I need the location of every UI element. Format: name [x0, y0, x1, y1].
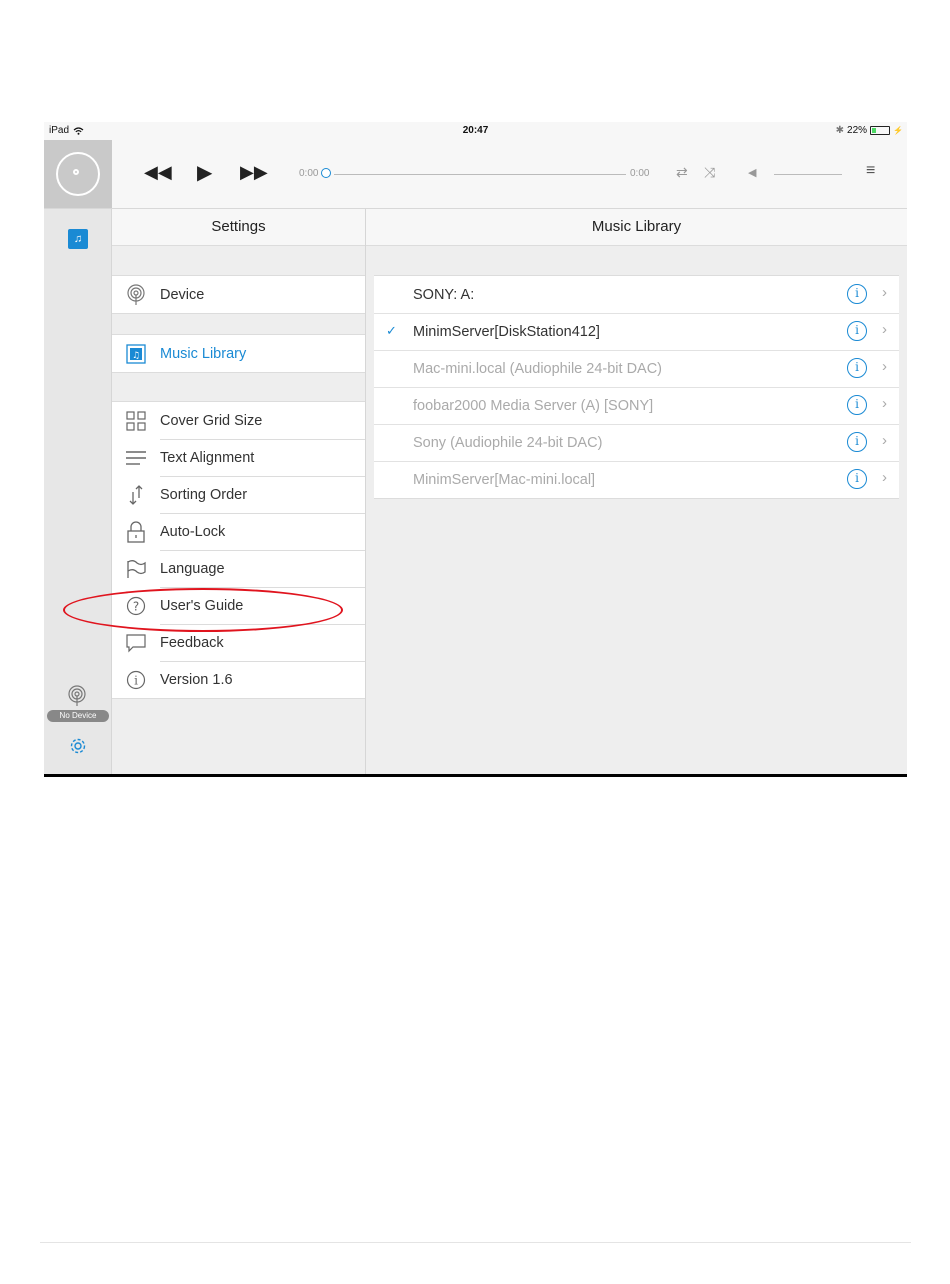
settings-item-music-library[interactable]: ♫ Music Library	[112, 335, 365, 372]
highlight-ellipse	[63, 588, 343, 632]
seek-track[interactable]	[334, 174, 626, 175]
settings-item-label: Cover Grid Size	[160, 412, 263, 429]
server-name: Mac-mini.local (Audiophile 24-bit DAC)	[413, 360, 663, 377]
server-row[interactable]: ✓ MinimServer[DiskStation412] i ›	[374, 313, 899, 350]
shuffle-icon[interactable]: ⤨	[704, 164, 715, 181]
settings-item-label: Sorting Order	[160, 486, 248, 503]
play-icon[interactable]: ▶	[197, 160, 212, 185]
server-row[interactable]: SONY: A: i ›	[374, 276, 899, 313]
grid-icon	[126, 410, 146, 431]
album-art[interactable]	[44, 140, 112, 208]
screenshot-border	[44, 774, 907, 777]
music-library-icon: ♫	[126, 343, 146, 364]
page-divider	[40, 1242, 911, 1243]
status-time: 20:47	[462, 125, 489, 136]
server-name: SONY: A:	[413, 286, 475, 303]
settings-item-label: Text Alignment	[160, 449, 255, 466]
disc-icon	[56, 152, 100, 196]
menu-icon[interactable]: ≡	[866, 162, 875, 180]
fast-forward-icon[interactable]: ▶▶	[240, 162, 268, 183]
info-icon[interactable]: i	[847, 321, 867, 341]
lock-icon	[127, 520, 145, 543]
no-device-badge: No Device	[47, 710, 109, 722]
left-rail: ♫ No Device	[44, 209, 112, 774]
status-bar: iPad 20:47 ✱ 22% ⚡	[44, 122, 907, 140]
sort-icon	[129, 484, 143, 505]
info-icon[interactable]: i	[847, 358, 867, 378]
music-library-column: Music Library SONY: A: i › ✓ MinimServer…	[366, 209, 907, 774]
info-icon[interactable]: i	[847, 432, 867, 452]
charging-icon: ⚡	[893, 126, 903, 135]
server-name: MinimServer[DiskStation412]	[413, 323, 600, 340]
chevron-right-icon: ›	[882, 469, 887, 486]
settings-item-label: Device	[160, 286, 205, 303]
chevron-right-icon: ›	[882, 358, 887, 375]
info-icon[interactable]: i	[847, 284, 867, 304]
checkmark-icon: ✓	[386, 323, 397, 338]
seek-knob[interactable]	[321, 168, 331, 178]
server-name: Sony (Audiophile 24-bit DAC)	[413, 434, 603, 451]
music-library-tab-icon[interactable]: ♫	[68, 229, 88, 249]
settings-item-label: Version 1.6	[160, 671, 233, 688]
settings-item-cover-grid-size[interactable]: Cover Grid Size	[112, 402, 365, 439]
device-group: Device	[112, 275, 365, 314]
server-name: foobar2000 Media Server (A) [SONY]	[413, 397, 654, 414]
library-title: Music Library	[366, 209, 907, 246]
settings-item-label: Auto-Lock	[160, 523, 226, 540]
info-icon: i	[126, 670, 146, 689]
settings-item-sorting-order[interactable]: Sorting Order	[112, 476, 365, 513]
align-icon	[126, 450, 146, 465]
svg-text:♫: ♫	[132, 351, 140, 361]
remaining-time: 0:00	[630, 168, 650, 179]
info-icon[interactable]: i	[847, 469, 867, 489]
server-row[interactable]: MinimServer[Mac-mini.local] i ›	[374, 461, 899, 498]
volume-icon: ◀	[748, 167, 757, 179]
elapsed-time: 0:00	[299, 168, 319, 179]
chevron-right-icon: ›	[882, 321, 887, 338]
chat-icon	[126, 633, 146, 652]
broadcast-icon	[127, 283, 145, 305]
library-group: ♫ Music Library	[112, 334, 365, 373]
settings-item-label: Feedback	[160, 634, 224, 651]
battery-percent: 22%	[847, 125, 868, 136]
server-name: MinimServer[Mac-mini.local]	[413, 471, 596, 488]
settings-column: Settings Device ♫ Music Library Cover Gr…	[112, 209, 366, 774]
settings-item-device[interactable]: Device	[112, 276, 365, 313]
settings-item-version: i Version 1.6	[112, 661, 365, 698]
gear-icon[interactable]	[67, 735, 89, 757]
battery-icon	[870, 126, 891, 135]
settings-item-language[interactable]: Language	[112, 550, 365, 587]
repeat-icon[interactable]: ⇄	[676, 164, 688, 181]
player-bar: ◀◀ ▶ ▶▶ 0:00 0:00 ⇄ ⤨ ◀ ≡	[44, 140, 907, 209]
flag-icon	[127, 559, 146, 578]
settings-item-auto-lock[interactable]: Auto-Lock	[112, 513, 365, 550]
server-row[interactable]: foobar2000 Media Server (A) [SONY] i ›	[374, 387, 899, 424]
bluetooth-icon: ✱	[835, 125, 845, 136]
preferences-group: Cover Grid Size Text Alignment Sorting O…	[112, 401, 365, 699]
rewind-icon[interactable]: ◀◀	[144, 162, 172, 183]
server-list: SONY: A: i › ✓ MinimServer[DiskStation41…	[374, 275, 899, 499]
volume-slider[interactable]	[774, 174, 842, 175]
server-row[interactable]: Sony (Audiophile 24-bit DAC) i ›	[374, 424, 899, 461]
chevron-right-icon: ›	[882, 395, 887, 412]
ipad-screen: iPad 20:47 ✱ 22% ⚡ ◀◀ ▶ ▶▶ 0:00 0:00 ⇄ ⤨…	[44, 122, 907, 774]
settings-item-text-alignment[interactable]: Text Alignment	[112, 439, 365, 476]
svg-text:i: i	[134, 673, 138, 687]
server-row[interactable]: Mac-mini.local (Audiophile 24-bit DAC) i…	[374, 350, 899, 387]
info-icon[interactable]: i	[847, 395, 867, 415]
settings-item-label: Language	[160, 560, 225, 577]
settings-item-label: Music Library	[160, 345, 247, 362]
chevron-right-icon: ›	[882, 284, 887, 301]
broadcast-icon[interactable]	[66, 685, 88, 707]
settings-title: Settings	[112, 209, 365, 246]
chevron-right-icon: ›	[882, 432, 887, 449]
